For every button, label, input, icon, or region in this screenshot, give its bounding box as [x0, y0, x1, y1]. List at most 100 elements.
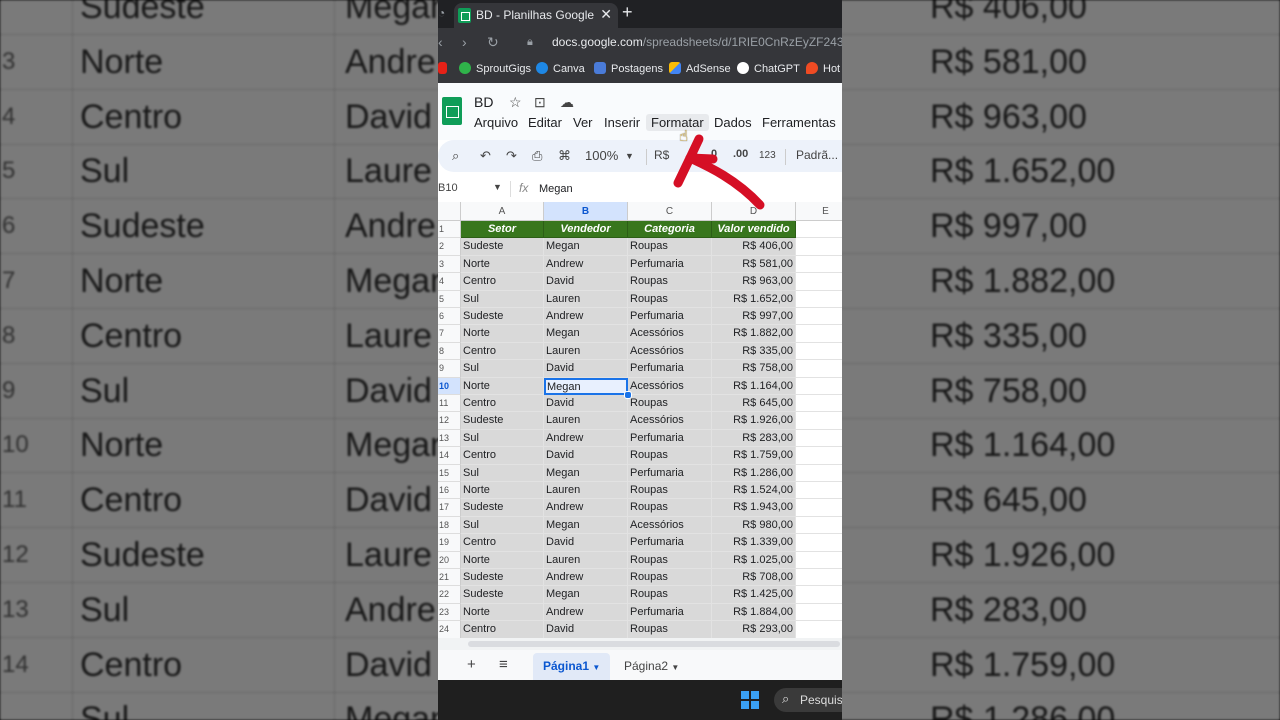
name-box[interactable]: B10	[438, 182, 458, 194]
empty-cell[interactable]	[796, 360, 842, 378]
menu-editar[interactable]: Editar	[523, 114, 567, 131]
chevron-down-icon[interactable]: ▼	[625, 151, 634, 161]
table-cell[interactable]: Roupas	[628, 290, 712, 308]
table-cell[interactable]: Centro	[461, 342, 544, 361]
sheet-tab-pagina1[interactable]: Página1 ▼	[533, 653, 611, 680]
document-title[interactable]: BD	[474, 94, 493, 110]
increase-decimal-button[interactable]: .00	[733, 148, 748, 160]
table-cell[interactable]: Centro	[461, 395, 544, 413]
column-header-d[interactable]: D	[712, 202, 796, 221]
table-cell[interactable]: Sudeste	[461, 238, 544, 256]
table-cell[interactable]: Sul	[461, 464, 544, 482]
all-sheets-menu-icon[interactable]: ≡	[499, 656, 508, 673]
row-header[interactable]: 11	[438, 395, 461, 413]
row-header[interactable]: 19	[438, 534, 461, 552]
table-cell[interactable]: R$ 1.524,00	[712, 482, 796, 500]
table-cell[interactable]: R$ 335,00	[712, 342, 796, 361]
table-cell[interactable]: R$ 758,00	[712, 360, 796, 378]
table-cell[interactable]: Perfumaria	[628, 603, 712, 622]
table-cell[interactable]: R$ 963,00	[712, 273, 796, 291]
select-all-corner[interactable]	[438, 202, 461, 221]
bookmark-canva[interactable]: Canva	[536, 62, 585, 75]
url-text[interactable]: docs.google.com/spreadsheets/d/1RIE0CnRz…	[552, 35, 842, 49]
empty-cell[interactable]	[796, 308, 842, 326]
empty-cell[interactable]	[796, 621, 842, 638]
row-header[interactable]: 23	[438, 603, 461, 622]
row-header[interactable]: 16	[438, 482, 461, 500]
column-header-e[interactable]: E	[796, 202, 842, 221]
empty-cell[interactable]	[796, 551, 842, 569]
fill-handle[interactable]	[624, 391, 632, 399]
star-icon[interactable]: ☆	[509, 94, 522, 111]
percent-format-button[interactable]: %	[688, 148, 699, 162]
table-cell[interactable]: Sul	[461, 360, 544, 378]
bookmark-adsense[interactable]: AdSense	[669, 62, 731, 75]
row-header[interactable]: 9	[438, 360, 461, 378]
column-header-a[interactable]: A	[461, 202, 544, 221]
table-cell[interactable]: Sudeste	[461, 586, 544, 604]
spreadsheet-grid[interactable]: A B C D E 1 Setor Vendedor Categoria Valor vendid…	[438, 202, 842, 638]
table-cell[interactable]: Norte	[461, 325, 544, 343]
table-cell[interactable]: Roupas	[628, 238, 712, 256]
empty-cell[interactable]	[796, 464, 842, 482]
table-cell[interactable]: R$ 293,00	[712, 621, 796, 638]
close-tab-icon[interactable]: ✕	[600, 6, 612, 23]
row-header[interactable]: 8	[438, 342, 461, 361]
table-cell[interactable]: Sudeste	[461, 412, 544, 430]
decrease-decimal-button[interactable]: .0	[708, 148, 717, 160]
table-cell[interactable]: Megan	[544, 516, 628, 535]
menu-ferramentas[interactable]: Ferramentas	[757, 114, 841, 131]
row-header[interactable]: 4	[438, 273, 461, 291]
row-header[interactable]: 7	[438, 325, 461, 343]
column-header-c[interactable]: C	[628, 202, 712, 221]
currency-format-button[interactable]: R$	[654, 148, 669, 162]
empty-cell[interactable]	[796, 569, 842, 587]
forward-icon[interactable]: ›	[462, 34, 467, 50]
empty-cell[interactable]	[796, 273, 842, 291]
table-cell[interactable]: Megan	[544, 464, 628, 482]
table-cell[interactable]: Centro	[461, 447, 544, 465]
table-cell[interactable]: Norte	[461, 377, 544, 395]
table-cell[interactable]: R$ 1.882,00	[712, 325, 796, 343]
table-cell[interactable]: David	[544, 621, 628, 638]
font-select[interactable]: Padrã...	[796, 148, 838, 162]
table-cell[interactable]: Andrew	[544, 255, 628, 274]
table-cell[interactable]: R$ 997,00	[712, 308, 796, 326]
table-cell[interactable]: R$ 1.759,00	[712, 447, 796, 465]
reload-icon[interactable]: ↻	[487, 34, 499, 51]
row-header[interactable]: 10	[438, 377, 461, 395]
table-cell[interactable]: Perfumaria	[628, 255, 712, 274]
row-header[interactable]: 24	[438, 621, 461, 638]
table-cell[interactable]: R$ 406,00	[712, 238, 796, 256]
empty-cell[interactable]	[796, 499, 842, 517]
empty-cell[interactable]	[796, 603, 842, 622]
table-cell[interactable]: Roupas	[628, 499, 712, 517]
empty-cell[interactable]	[796, 429, 842, 448]
table-cell[interactable]: R$ 1.025,00	[712, 551, 796, 569]
table-cell[interactable]: Andrew	[544, 603, 628, 622]
table-cell[interactable]: R$ 283,00	[712, 429, 796, 448]
table-cell[interactable]: David	[544, 534, 628, 552]
empty-cell[interactable]	[796, 377, 842, 395]
header-cell[interactable]: Categoria	[628, 221, 712, 239]
table-cell[interactable]: David	[544, 360, 628, 378]
table-cell[interactable]: Roupas	[628, 482, 712, 500]
search-icon[interactable]: ⌕	[452, 148, 459, 164]
row-header[interactable]: 22	[438, 586, 461, 604]
empty-cell[interactable]	[796, 221, 842, 239]
table-cell[interactable]: Centro	[461, 273, 544, 291]
add-sheet-button[interactable]: +	[467, 656, 476, 673]
table-cell[interactable]: Norte	[461, 482, 544, 500]
table-cell[interactable]: Acessórios	[628, 412, 712, 430]
table-cell[interactable]: R$ 1.884,00	[712, 603, 796, 622]
empty-cell[interactable]	[796, 325, 842, 343]
table-cell[interactable]: Andrew	[544, 569, 628, 587]
row-header[interactable]: 12	[438, 412, 461, 430]
sheet-tab-pagina2[interactable]: Página2 ▼	[614, 653, 689, 680]
table-cell[interactable]: R$ 1.286,00	[712, 464, 796, 482]
table-cell[interactable]: R$ 581,00	[712, 255, 796, 274]
row-header[interactable]: 3	[438, 255, 461, 274]
table-cell[interactable]: Norte	[461, 603, 544, 622]
table-cell[interactable]: Norte	[461, 551, 544, 569]
table-cell[interactable]: Andrew	[544, 308, 628, 326]
